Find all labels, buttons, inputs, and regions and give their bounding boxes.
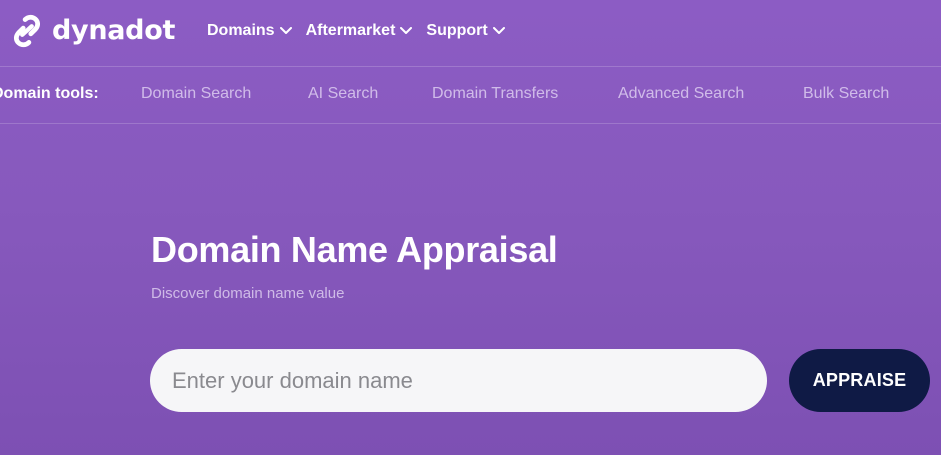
- domain-tools-navigation: Domain tools: Domain Search AI Search Do…: [0, 67, 941, 124]
- domain-name-input[interactable]: [150, 349, 767, 412]
- top-navigation-bar: dynadot Domains Aftermarket Support: [0, 0, 941, 67]
- main-navigation: Domains Aftermarket Support: [207, 19, 505, 43]
- nav-support[interactable]: Support: [426, 19, 505, 43]
- page-title: Domain Name Appraisal: [151, 229, 558, 270]
- nav-support-label: Support: [426, 22, 488, 39]
- brand-name: dynadot: [52, 15, 176, 46]
- chevron-down-icon: [279, 27, 292, 34]
- nav-domains[interactable]: Domains: [207, 19, 292, 43]
- subnav-domain-search[interactable]: Domain Search: [141, 85, 251, 103]
- chevron-down-icon: [400, 27, 413, 34]
- nav-aftermarket-label: Aftermarket: [305, 22, 396, 39]
- nav-aftermarket[interactable]: Aftermarket: [306, 19, 413, 43]
- nav-domains-label: Domains: [207, 22, 275, 39]
- subnav-bulk-search[interactable]: Bulk Search: [803, 85, 889, 103]
- appraise-button[interactable]: APPRAISE: [789, 349, 930, 412]
- subnav-ai-search[interactable]: AI Search: [308, 85, 378, 103]
- domain-tools-label: Domain tools:: [0, 85, 99, 102]
- page-subtitle: Discover domain name value: [151, 285, 345, 302]
- subnav-domain-transfers[interactable]: Domain Transfers: [432, 85, 558, 103]
- dynadot-logo[interactable]: dynadot: [8, 12, 175, 50]
- chain-link-logo-icon: [13, 14, 41, 48]
- chevron-down-icon: [492, 27, 505, 34]
- subnav-advanced-search[interactable]: Advanced Search: [618, 85, 744, 103]
